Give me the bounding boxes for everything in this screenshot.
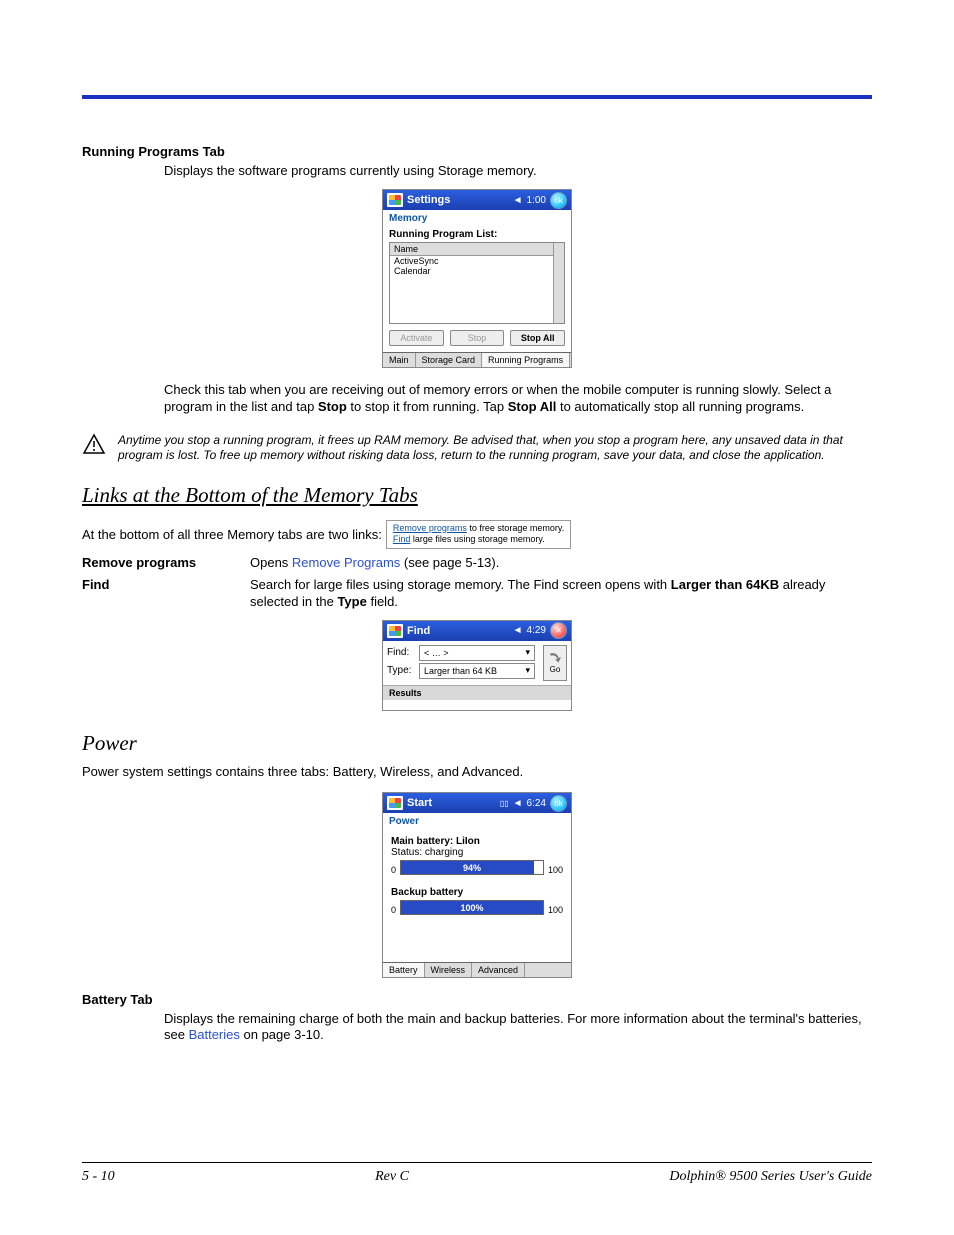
backup-battery-bar: 100%: [400, 900, 544, 915]
stopall-button[interactable]: Stop All: [510, 330, 565, 346]
screenshot-power: Start ▯▯ ◄ 6:24 ok Power Main battery: L…: [382, 792, 572, 978]
ok-button[interactable]: ok: [550, 795, 567, 812]
scale-hundred: 100: [548, 905, 563, 915]
warning-icon: [82, 433, 106, 460]
heading-battery-tab: Battery Tab: [82, 992, 872, 1007]
chevron-down-icon[interactable]: ▾: [525, 647, 530, 658]
stop-button[interactable]: Stop: [450, 330, 505, 346]
term-find-label: Find: [82, 577, 250, 610]
tab-storage[interactable]: Storage Card: [416, 353, 483, 367]
results-header: Results: [383, 685, 571, 700]
footer-rev: Rev C: [375, 1169, 409, 1185]
heading-links: Links at the Bottom of the Memory Tabs: [82, 483, 872, 508]
running-list-label: Running Program List:: [389, 229, 565, 240]
screenshot-memory: Settings ◄ 1:00 ok Memory Running Progra…: [382, 189, 572, 368]
list-item[interactable]: ActiveSync: [390, 256, 564, 266]
speaker-icon: ◄: [513, 625, 523, 636]
backup-battery-label: Backup battery: [391, 887, 563, 898]
wm-title-text: Start: [407, 797, 432, 809]
term-remove-label: Remove programs: [82, 555, 250, 571]
remove-programs-xref[interactable]: Remove Programs: [292, 555, 400, 570]
warning-block: Anytime you stop a running program, it f…: [82, 433, 872, 463]
wm-time: 6:24: [527, 798, 546, 809]
windows-flag-icon: [387, 796, 403, 810]
wm-title-text: Settings: [407, 194, 450, 206]
term-remove-desc: Opens Remove Programs (see page 5-13).: [250, 555, 872, 571]
scale-zero: 0: [391, 905, 396, 915]
wm-title-text: Find: [407, 625, 430, 637]
status-text: Status: charging: [391, 847, 563, 858]
links-intro: At the bottom of all three Memory tabs a…: [82, 527, 382, 542]
wm-tabs: Main Storage Card Running Programs: [383, 352, 571, 367]
remove-programs-link[interactable]: Remove programs: [393, 523, 467, 533]
scale-zero: 0: [391, 865, 396, 875]
batteries-xref[interactable]: Batteries: [189, 1027, 240, 1042]
wm-titlebar: Start ▯▯ ◄ 6:24 ok: [383, 793, 571, 813]
links-box: Remove programs to free storage memory. …: [386, 520, 571, 549]
page-footer: 5 - 10 Rev C Dolphin® 9500 Series User's…: [82, 1162, 872, 1185]
speaker-icon: ◄: [513, 195, 523, 206]
wm-titlebar: Settings ◄ 1:00 ok: [383, 190, 571, 210]
list-item[interactable]: Calendar: [390, 266, 564, 276]
wm-tabs: Battery Wireless Advanced: [383, 962, 571, 977]
wm-subhead: Memory: [383, 210, 571, 227]
links-intro-row: At the bottom of all three Memory tabs a…: [82, 520, 872, 549]
tab-wireless[interactable]: Wireless: [425, 963, 473, 977]
screenshot-find: Find ◄ 4:29 ✕ Find: < … >▾ Type:: [382, 620, 572, 711]
main-battery-bar: 94%: [400, 860, 544, 875]
footer-page: 5 - 10: [82, 1169, 115, 1185]
windows-flag-icon: [387, 624, 403, 638]
find-link[interactable]: Find: [393, 534, 411, 544]
type-select[interactable]: Larger than 64 KB▾: [419, 663, 535, 679]
text-running-intro: Displays the software programs currently…: [164, 163, 872, 179]
wm-time: 4:29: [527, 625, 546, 636]
wm-time: 1:00: [527, 195, 546, 206]
scale-hundred: 100: [548, 865, 563, 875]
close-button[interactable]: ✕: [550, 622, 567, 639]
footer-title: Dolphin® 9500 Series User's Guide: [669, 1169, 872, 1185]
windows-flag-icon: [387, 193, 403, 207]
term-find: Find Search for large files using storag…: [82, 577, 872, 610]
text-running-para: Check this tab when you are receiving ou…: [164, 382, 872, 415]
chevron-down-icon[interactable]: ▾: [525, 665, 530, 676]
col-name: Name: [390, 243, 564, 256]
tab-advanced[interactable]: Advanced: [472, 963, 525, 977]
running-list[interactable]: Name ActiveSync Calendar: [389, 242, 565, 324]
text-battery-desc: Displays the remaining charge of both th…: [164, 1011, 872, 1044]
term-remove: Remove programs Opens Remove Programs (s…: [82, 555, 872, 571]
find-input[interactable]: < … >▾: [419, 645, 535, 661]
type-label: Type:: [387, 665, 417, 676]
top-rule: [82, 95, 872, 99]
signal-icon: ▯▯: [500, 799, 509, 808]
tab-main[interactable]: Main: [383, 353, 416, 367]
ok-button[interactable]: ok: [550, 192, 567, 209]
activate-button[interactable]: Activate: [389, 330, 444, 346]
tab-running[interactable]: Running Programs: [482, 353, 570, 367]
warning-text: Anytime you stop a running program, it f…: [118, 433, 872, 463]
scrollbar[interactable]: [553, 243, 564, 323]
speaker-icon: ◄: [513, 798, 523, 809]
text-power-intro: Power system settings contains three tab…: [82, 764, 872, 780]
wm-titlebar: Find ◄ 4:29 ✕: [383, 621, 571, 641]
go-button[interactable]: Go: [543, 645, 567, 681]
heading-running-programs: Running Programs Tab: [82, 144, 872, 159]
heading-power: Power: [82, 731, 872, 756]
search-go-icon: [548, 651, 562, 665]
main-battery-label: Main battery: LiIon: [391, 836, 563, 847]
find-label: Find:: [387, 647, 417, 658]
term-find-desc: Search for large files using storage mem…: [250, 577, 872, 610]
wm-subhead: Power: [383, 813, 571, 830]
tab-battery[interactable]: Battery: [383, 963, 425, 977]
